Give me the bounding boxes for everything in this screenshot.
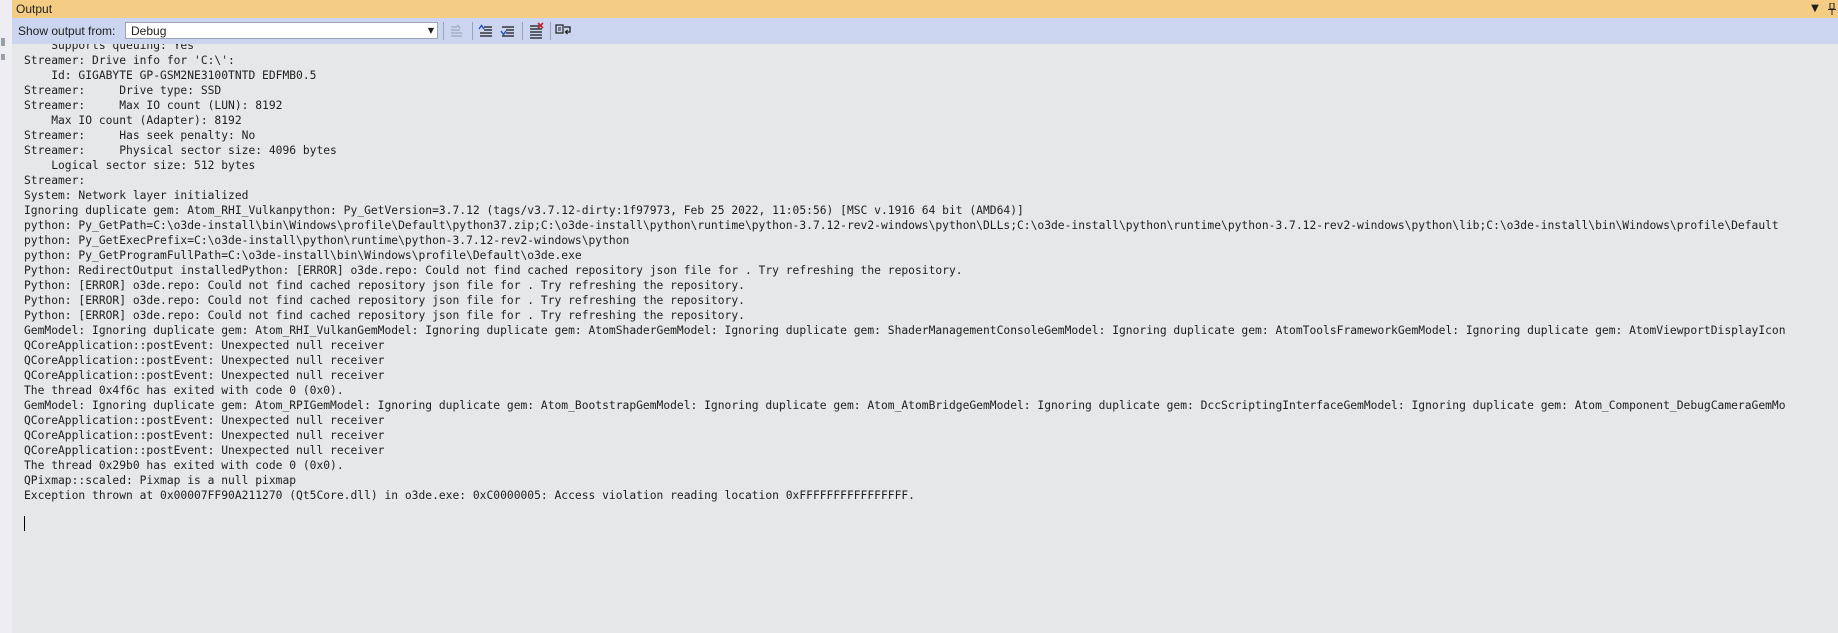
- output-line: Exception thrown at 0x00007FF90A211270 (…: [24, 489, 915, 502]
- output-line: Streamer: Max IO count (LUN): 8192: [24, 99, 283, 112]
- output-window: Output ▼ Show output from: Debug ▼ Suppo…: [0, 0, 1838, 633]
- window-position-dropdown-icon[interactable]: ▼: [1808, 0, 1822, 18]
- tool-window-titlebar: Output ▼: [12, 0, 1838, 18]
- output-line: QCoreApplication::postEvent: Unexpected …: [24, 354, 385, 367]
- toolbar-separator: [522, 22, 523, 40]
- toolbar-separator: [550, 22, 551, 40]
- find-previous-message-icon[interactable]: [447, 21, 467, 41]
- output-line: Ignoring duplicate gem: Atom_RHI_Vulkanp…: [24, 204, 1024, 217]
- output-source-value: Debug: [131, 24, 167, 38]
- output-line: Streamer: Drive type: SSD: [24, 84, 222, 97]
- output-log: Supports queuing: Yes Streamer: Drive inf…: [24, 44, 1786, 503]
- output-line: Max IO count (Adapter): 8192: [24, 114, 242, 127]
- output-line: QCoreApplication::postEvent: Unexpected …: [24, 414, 385, 427]
- output-line: Streamer: Drive info for 'C:\':: [24, 54, 235, 67]
- window-title: Output: [16, 2, 53, 16]
- output-line: Streamer: Has seek penalty: No: [24, 129, 256, 142]
- output-line: QCoreApplication::postEvent: Unexpected …: [24, 369, 385, 382]
- output-line: GemModel: Ignoring duplicate gem: Atom_R…: [24, 399, 1786, 412]
- gutter-marker: [1, 38, 5, 46]
- output-line: Python: RedirectOutput installedPython: …: [24, 264, 963, 277]
- output-line: The thread 0x4f6c has exited with code 0…: [24, 384, 344, 397]
- output-line: Python: [ERROR] o3de.repo: Could not fin…: [24, 294, 745, 307]
- output-line: QCoreApplication::postEvent: Unexpected …: [24, 429, 385, 442]
- output-line: GemModel: Ignoring duplicate gem: Atom_R…: [24, 324, 1786, 337]
- output-line: Logical sector size: 512 bytes: [24, 159, 256, 172]
- output-line: Python: [ERROR] o3de.repo: Could not fin…: [24, 309, 745, 322]
- output-line: Id: GIGABYTE GP-GSM2NE3100TNTD EDFMB0.5: [24, 69, 317, 82]
- show-output-from-label: Show output from:: [18, 24, 116, 38]
- chevron-down-icon: ▼: [427, 26, 434, 35]
- go-to-previous-message-icon[interactable]: [476, 21, 496, 41]
- output-line: python: Py_GetPath=C:\o3de-install\bin\W…: [24, 219, 1779, 232]
- clear-all-icon[interactable]: [526, 21, 546, 41]
- output-line: The thread 0x29b0 has exited with code 0…: [24, 459, 344, 472]
- output-line: QPixmap::scaled: Pixmap is a null pixmap: [24, 474, 297, 487]
- gutter-marker: [1, 54, 5, 60]
- output-line: Streamer:: [24, 174, 86, 187]
- toolbar-separator: [443, 22, 444, 40]
- output-line: Supports queuing: Yes: [24, 44, 195, 52]
- output-line: System: Network layer initialized: [24, 189, 249, 202]
- output-line: QCoreApplication::postEvent: Unexpected …: [24, 339, 385, 352]
- go-to-next-message-icon[interactable]: [498, 21, 518, 41]
- output-line: QCoreApplication::postEvent: Unexpected …: [24, 444, 385, 457]
- text-caret: [24, 516, 25, 531]
- toolbar-separator: [472, 22, 473, 40]
- output-source-select[interactable]: Debug ▼: [125, 22, 438, 39]
- output-line: python: Py_GetProgramFullPath=C:\o3de-in…: [24, 249, 582, 262]
- output-line: python: Py_GetExecPrefix=C:\o3de-install…: [24, 234, 630, 247]
- output-text-pane[interactable]: Supports queuing: Yes Streamer: Drive inf…: [12, 44, 1838, 633]
- output-line: Python: [ERROR] o3de.repo: Could not fin…: [24, 279, 745, 292]
- auto-hide-pin-icon[interactable]: [1825, 0, 1838, 18]
- output-toolbar: Show output from: Debug ▼: [12, 18, 1838, 44]
- toggle-word-wrap-icon[interactable]: [554, 21, 574, 41]
- output-line: Streamer: Physical sector size: 4096 byt…: [24, 144, 337, 157]
